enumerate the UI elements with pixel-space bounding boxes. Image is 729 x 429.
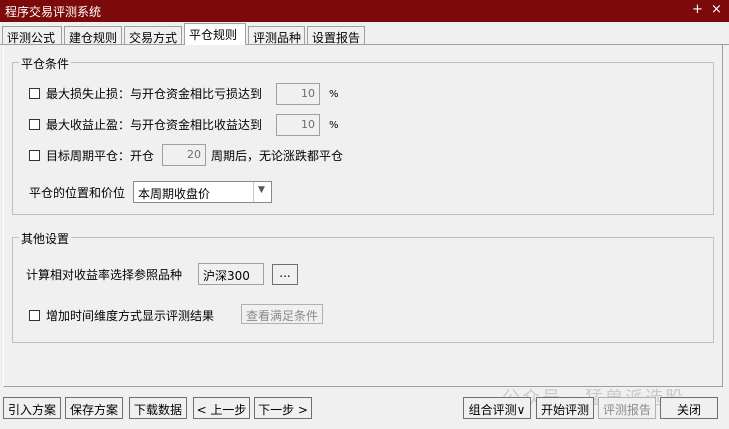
close-position-select[interactable]: 本周期收盘价 ▼ [133, 181, 272, 203]
max-profit-label: 最大收益止盈：与开仓资金相比收益达到 [46, 118, 263, 132]
tab-report-settings[interactable]: 设置报告 [307, 26, 365, 45]
close-icon[interactable]: × [711, 2, 722, 17]
max-loss-input[interactable]: 10 [276, 83, 320, 105]
close-position-value: 本周期收盘价 [138, 187, 211, 201]
close-conditions-title: 平仓条件 [19, 55, 72, 72]
download-data-button[interactable]: 下载数据 [129, 397, 187, 419]
other-settings-title: 其他设置 [19, 230, 72, 247]
target-period-checkbox[interactable] [29, 150, 40, 161]
reference-field[interactable]: 沪深300 [198, 263, 264, 285]
next-step-button[interactable]: 下一步 > [254, 397, 312, 419]
time-dimension-label: 增加时间维度方式显示评测结果 [46, 309, 215, 323]
save-scheme-button[interactable]: 保存方案 [65, 397, 123, 419]
max-loss-label: 最大损失止损：与开仓资金相比亏损达到 [46, 87, 263, 101]
target-period-prefix: 目标周期平仓：开仓 [46, 149, 155, 163]
target-period-suffix: 周期后，无论涨跌都平仓 [211, 149, 344, 163]
view-conditions-button[interactable]: 查看满足条件 [241, 304, 323, 324]
tab-open-rules[interactable]: 建仓规则 [64, 26, 122, 45]
tab-eval-items[interactable]: 评测品种 [248, 26, 305, 45]
tab-close-rules[interactable]: 平仓规则 [184, 23, 246, 45]
max-profit-unit: % [329, 120, 339, 131]
title-bar: 程序交易评测系统 + × [0, 0, 729, 22]
reference-label: 计算相对收益率选择参照品种 [26, 268, 183, 282]
time-dimension-checkbox[interactable] [29, 310, 40, 321]
start-eval-button[interactable]: 开始评测 [536, 397, 594, 419]
tab-panel: 平仓条件 最大损失止损：与开仓资金相比亏损达到 10 % 最大收益止盈：与开仓资… [3, 45, 723, 387]
tab-formula[interactable]: 评测公式 [2, 26, 62, 45]
other-settings-group: 其他设置 计算相对收益率选择参照品种 沪深300 ... 增加时间维度方式显示评… [12, 230, 714, 343]
max-profit-checkbox[interactable] [29, 119, 40, 130]
combo-eval-button[interactable]: 组合评测∨ [463, 397, 531, 419]
tab-trade-mode[interactable]: 交易方式 [124, 26, 182, 45]
close-conditions-group: 平仓条件 最大损失止损：与开仓资金相比亏损达到 10 % 最大收益止盈：与开仓资… [12, 55, 714, 215]
target-period-input[interactable]: 20 [162, 144, 206, 166]
window-title: 程序交易评测系统 [5, 5, 102, 19]
max-loss-unit: % [329, 89, 339, 100]
chevron-down-icon: ▼ [258, 185, 265, 195]
tab-bar: 评测公式 建仓规则 交易方式 平仓规则 评测品种 设置报告 [2, 23, 727, 45]
max-profit-input[interactable]: 10 [276, 114, 320, 136]
eval-report-button[interactable]: 评测报告 [598, 397, 656, 419]
dropdown-arrow[interactable]: ▼ [253, 182, 271, 202]
max-loss-checkbox[interactable] [29, 88, 40, 99]
browse-button[interactable]: ... [272, 264, 298, 285]
minimize-icon[interactable]: + [692, 2, 703, 17]
prev-step-button[interactable]: < 上一步 [193, 397, 250, 419]
import-scheme-button[interactable]: 引入方案 [3, 397, 61, 419]
close-position-label: 平仓的位置和价位 [29, 186, 126, 200]
close-button[interactable]: 关闭 [660, 397, 718, 419]
